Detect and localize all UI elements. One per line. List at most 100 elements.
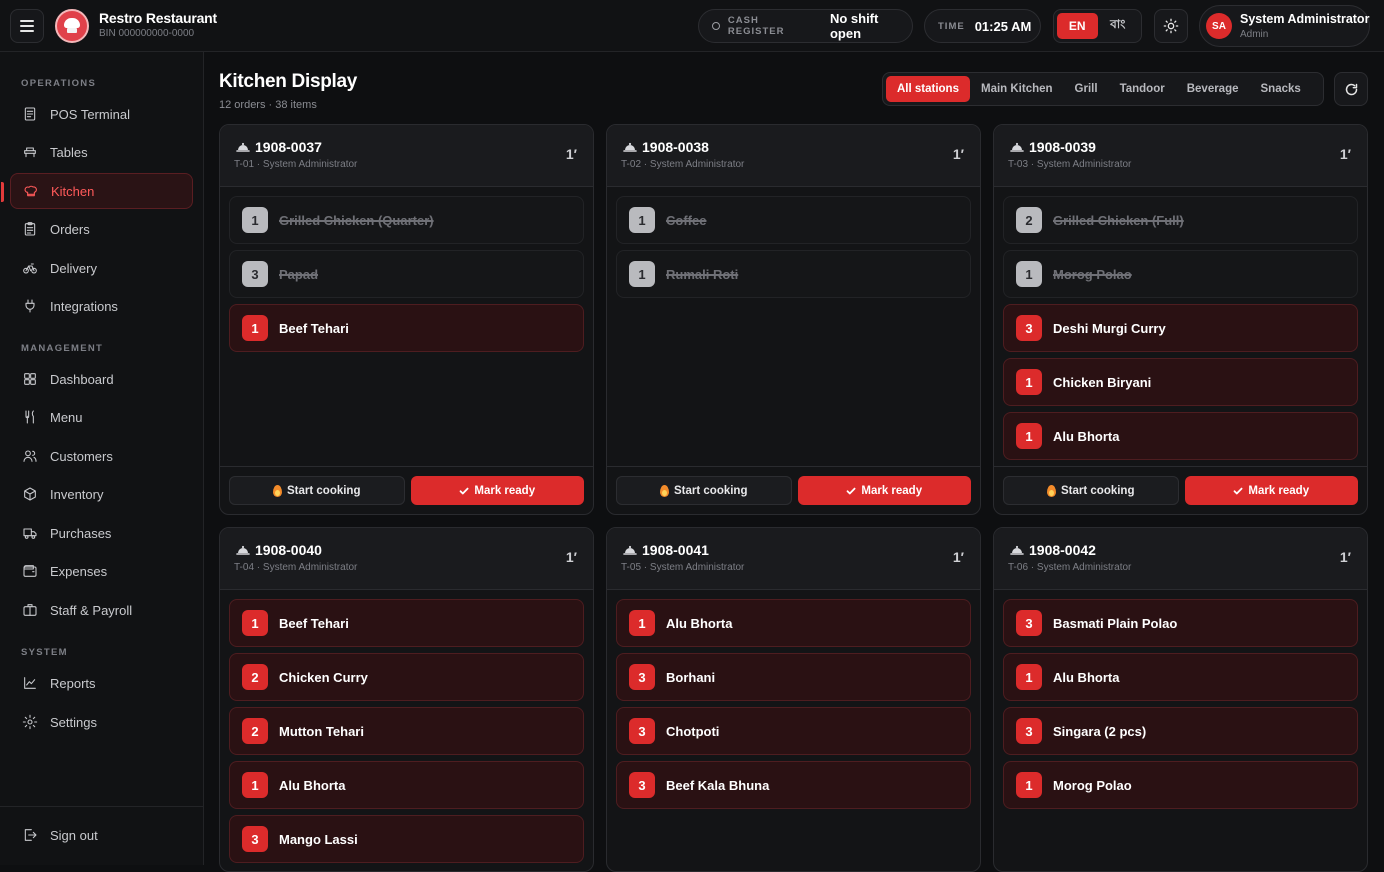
order-item-pending[interactable]: 1 Alu Bhorta	[1003, 412, 1358, 460]
order-item-pending[interactable]: 1 Chicken Biryani	[1003, 358, 1358, 406]
mark-ready-button[interactable]: Mark ready	[797, 476, 971, 505]
sidebar-item-label: Expenses	[50, 563, 108, 579]
cash-register-status[interactable]: CASH REGISTER No shift open	[698, 9, 913, 43]
sign-out-button[interactable]: Sign out	[10, 817, 193, 853]
order-items-list: 1 Alu Bhorta 3 Borhani 3 Chotpoti 3 Beef Kala B…	[607, 590, 980, 809]
theme-toggle-button[interactable]	[1154, 9, 1188, 43]
order-item-pending[interactable]: 3 Beef Kala Bhuna	[616, 761, 971, 809]
item-name: Beef Kala Bhuna	[666, 777, 770, 793]
order-item-pending[interactable]: 3 Mango Lassi	[229, 815, 584, 863]
item-name: Mutton Tehari	[279, 723, 364, 739]
item-quantity-badge: 3	[1016, 718, 1042, 744]
item-quantity-badge: 1	[242, 207, 268, 233]
user-menu[interactable]: SA System Administrator Admin	[1199, 5, 1370, 47]
sidebar-item-label: Integrations	[50, 298, 118, 314]
station-tab-main-kitchen[interactable]: Main Kitchen	[970, 76, 1064, 102]
order-item-pending[interactable]: 3 Borhani	[616, 653, 971, 701]
sidebar-item-integrations[interactable]: Integrations	[10, 288, 193, 324]
order-item-pending[interactable]: 1 Alu Bhorta	[1003, 653, 1358, 701]
sidebar-item-dashboard[interactable]: Dashboard	[10, 361, 193, 397]
sidebar-item-delivery[interactable]: Delivery	[10, 250, 193, 286]
brand-name: Restro Restaurant	[99, 10, 217, 26]
order-item-done[interactable]: 1 Coffee	[616, 196, 971, 244]
plug-icon	[21, 297, 39, 315]
item-name: Chicken Biryani	[1053, 374, 1152, 390]
sidebar-item-reports[interactable]: Reports	[10, 665, 193, 701]
station-tab-grill[interactable]: Grill	[1064, 76, 1109, 102]
order-item-pending[interactable]: 3 Chotpoti	[616, 707, 971, 755]
order-items-list: 1 Grilled Chicken (Quarter) 3 Papad 1 Beef Te…	[220, 187, 593, 352]
item-name: Alu Bhorta	[1053, 428, 1120, 444]
order-card-header: 1908-0039 T-03 · System Administrator 1′	[994, 125, 1367, 187]
order-items-list: 1 Coffee 1 Rumali Roti	[607, 187, 980, 298]
order-item-pending[interactable]: 1 Alu Bhorta	[229, 761, 584, 809]
sidebar-item-inventory[interactable]: Inventory	[10, 476, 193, 512]
cash-register-value: No shift open	[829, 11, 879, 41]
station-tab-all[interactable]: All stations	[886, 76, 970, 102]
order-number: 1908-0040	[255, 542, 322, 558]
sidebar-item-expenses[interactable]: Expenses	[10, 553, 193, 589]
item-name: Grilled Chicken (Quarter)	[279, 212, 434, 228]
sidebar-item-label: Kitchen	[51, 183, 95, 199]
item-name: Papad	[279, 266, 319, 282]
users-icon	[21, 447, 39, 465]
order-item-pending[interactable]: 3 Deshi Murgi Curry	[1003, 304, 1358, 352]
grid-icon	[21, 370, 39, 388]
refresh-button[interactable]	[1334, 72, 1368, 106]
mark-ready-button[interactable]: Mark ready	[410, 476, 584, 505]
order-item-pending[interactable]: 3 Singara (2 pcs)	[1003, 707, 1358, 755]
lang-bn-button[interactable]: বাং	[1098, 13, 1139, 39]
mark-ready-label: Mark ready	[1248, 484, 1310, 497]
order-item-pending[interactable]: 3 Basmati Plain Polao	[1003, 599, 1358, 647]
cloche-icon	[236, 545, 250, 555]
sidebar-item-pos-terminal[interactable]: POS Terminal	[10, 96, 193, 132]
order-item-pending[interactable]: 2 Chicken Curry	[229, 653, 584, 701]
order-item-pending[interactable]: 1 Morog Polao	[1003, 761, 1358, 809]
lang-en-button[interactable]: EN	[1057, 13, 1098, 39]
order-card-header: 1908-0040 T-04 · System Administrator 1′	[220, 528, 593, 590]
order-meta: T-03 · System Administrator	[1008, 159, 1132, 170]
sidebar-item-settings[interactable]: Settings	[10, 704, 193, 740]
station-tab-beverage[interactable]: Beverage	[1176, 76, 1250, 102]
cloche-icon	[1010, 545, 1024, 555]
mark-ready-button[interactable]: Mark ready	[1184, 476, 1358, 505]
sidebar-item-purchases[interactable]: Purchases	[10, 515, 193, 551]
sidebar-item-staff-payroll[interactable]: Staff & Payroll	[10, 592, 193, 628]
start-cooking-button[interactable]: Start cooking	[616, 476, 792, 505]
order-item-done[interactable]: 2 Grilled Chicken (Full)	[1003, 196, 1358, 244]
order-item-pending[interactable]: 2 Mutton Tehari	[229, 707, 584, 755]
station-tab-tandoor[interactable]: Tandoor	[1109, 76, 1176, 102]
order-item-pending[interactable]: 1 Beef Tehari	[229, 304, 584, 352]
station-tab-snacks[interactable]: Snacks	[1250, 76, 1312, 102]
order-elapsed-time: 1′	[952, 549, 964, 565]
order-elapsed-time: 1′	[1339, 146, 1351, 162]
item-quantity-badge: 1	[1016, 664, 1042, 690]
order-meta: T-06 · System Administrator	[1008, 562, 1132, 573]
order-item-pending[interactable]: 1 Alu Bhorta	[616, 599, 971, 647]
item-name: Alu Bhorta	[666, 615, 733, 631]
cash-register-label: CASH REGISTER	[727, 15, 785, 37]
start-cooking-button[interactable]: Start cooking	[1003, 476, 1179, 505]
sidebar-item-customers[interactable]: Customers	[10, 438, 193, 474]
sidebar-item-tables[interactable]: Tables	[10, 134, 193, 170]
item-quantity-badge: 1	[1016, 261, 1042, 287]
item-name: Morog Polao	[1053, 266, 1132, 282]
order-item-done[interactable]: 1 Grilled Chicken (Quarter)	[229, 196, 584, 244]
order-item-done[interactable]: 1 Morog Polao	[1003, 250, 1358, 298]
sidebar-item-orders[interactable]: Orders	[10, 211, 193, 247]
order-item-done[interactable]: 3 Papad	[229, 250, 584, 298]
restaurant-logo	[55, 9, 89, 43]
item-name: Grilled Chicken (Full)	[1053, 212, 1184, 228]
check-icon	[459, 487, 469, 494]
order-item-done[interactable]: 1 Rumali Roti	[616, 250, 971, 298]
item-quantity-badge: 1	[629, 261, 655, 287]
sidebar-item-menu[interactable]: Menu	[10, 399, 193, 435]
menu-toggle-button[interactable]	[10, 9, 44, 43]
start-cooking-button[interactable]: Start cooking	[229, 476, 405, 505]
item-name: Beef Tehari	[279, 320, 349, 336]
item-quantity-badge: 3	[1016, 610, 1042, 636]
order-item-pending[interactable]: 1 Beef Tehari	[229, 599, 584, 647]
sidebar-item-label: Inventory	[50, 486, 104, 502]
item-name: Chicken Curry	[279, 669, 368, 685]
sidebar-item-kitchen[interactable]: Kitchen	[1, 173, 193, 209]
